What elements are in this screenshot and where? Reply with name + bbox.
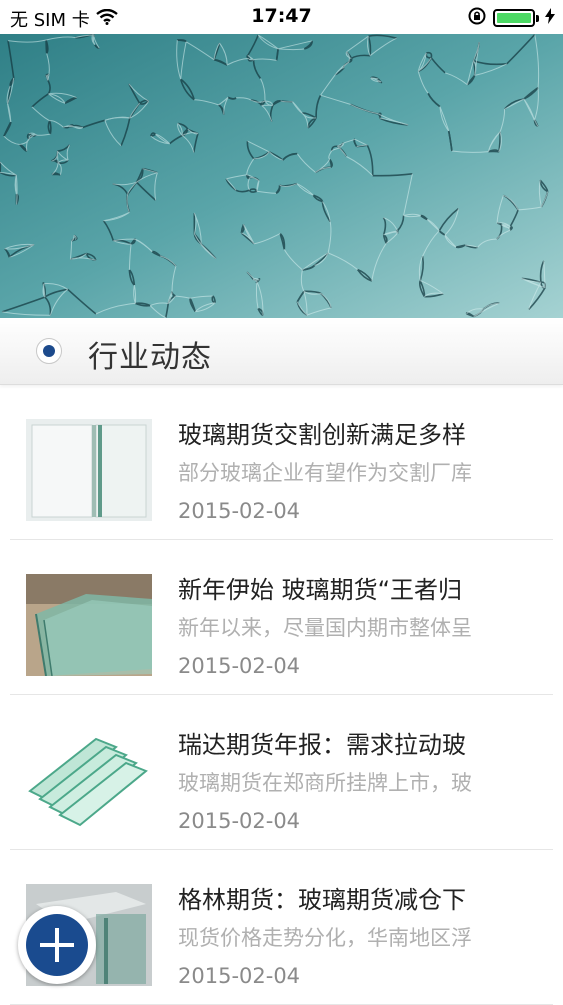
news-date: 2015-02-04 [178,499,301,523]
news-list: 玻璃期货交割创新满足多样 部分玻璃企业有望作为交割厂库 2015-02-04 新… [0,385,563,1005]
news-title: 玻璃期货交割创新满足多样 [178,421,466,449]
plus-icon [26,914,88,976]
news-title: 格林期货：玻璃期货减仓下 [178,886,466,914]
news-item[interactable]: 玻璃期货交割创新满足多样 部分玻璃企业有望作为交割厂库 2015-02-04 [10,385,553,540]
news-title: 瑞达期货年报：需求拉动玻 [178,731,466,759]
news-summary: 现货价格走势分化，华南地区浮 [178,926,472,950]
news-summary: 部分玻璃企业有望作为交割厂库 [178,461,472,485]
news-summary: 新年以来，尽量国内期市整体呈 [178,616,472,640]
status-icons [467,6,555,30]
news-date: 2015-02-04 [178,964,301,988]
section-header: 行业动态 [0,318,563,385]
news-summary: 玻璃期货在郑商所挂牌上市，玻 [178,771,472,795]
news-item[interactable]: 新年伊始 玻璃期货“王者归 新年以来，尽量国内期市整体呈 2015-02-04 [10,540,553,695]
news-thumbnail [26,729,152,831]
add-button[interactable] [18,906,96,984]
cracked-glass-image [0,34,563,318]
status-bar: 无 SIM 卡 17:47 [0,0,563,34]
news-thumbnail [26,419,152,521]
news-date: 2015-02-04 [178,809,301,833]
news-date: 2015-02-04 [178,654,301,678]
rotation-lock-icon [467,6,487,30]
news-item[interactable]: 瑞达期货年报：需求拉动玻 玻璃期货在郑商所挂牌上市，玻 2015-02-04 [10,695,553,850]
news-title: 新年伊始 玻璃期货“王者归 [178,576,463,604]
news-thumbnail [26,574,152,676]
battery-icon [493,9,539,27]
hero-banner [0,34,563,318]
section-title: 行业动态 [88,340,212,375]
charging-icon [545,8,555,28]
radio-bullet-icon [36,338,62,364]
